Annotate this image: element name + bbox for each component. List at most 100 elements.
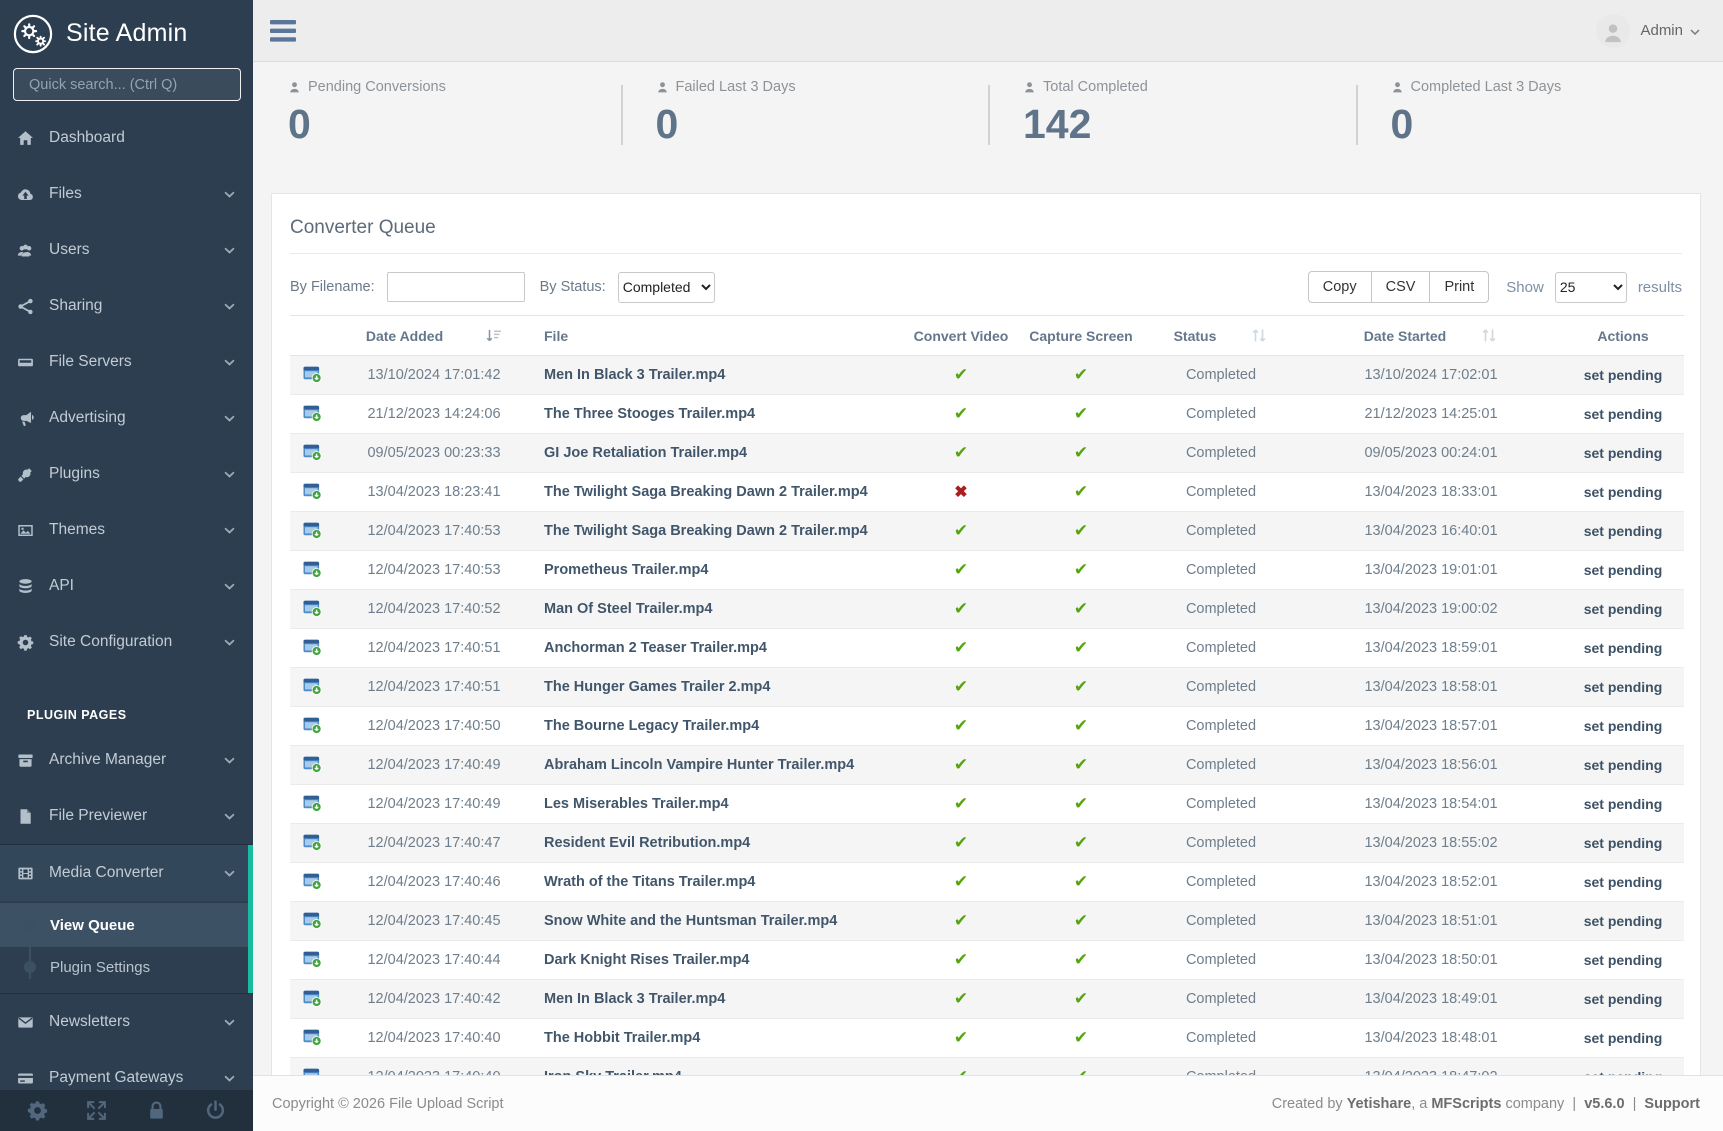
status-filter-select[interactable]: Completed (617, 271, 715, 303)
filename-filter-input[interactable] (386, 272, 525, 302)
file-name-cell: The Bourne Legacy Trailer.mp4 (544, 718, 760, 734)
check-icon: ✔ (953, 950, 969, 969)
mfscripts-link[interactable]: MFScripts (1431, 1096, 1501, 1112)
date-added-cell: 13/04/2023 18:23:41 (367, 484, 501, 500)
status-cell: Completed (1185, 757, 1257, 773)
set-pending-link[interactable]: set pending (1562, 1019, 1684, 1058)
set-pending-link[interactable]: set pending (1562, 980, 1684, 1019)
power-icon[interactable] (205, 1100, 226, 1121)
date-added-cell: 12/04/2023 17:40:40 (367, 1030, 501, 1046)
set-pending-link[interactable]: set pending (1562, 941, 1684, 980)
table-row: 12/04/2023 17:40:51 The Hunger Games Trai… (290, 667, 1684, 707)
stat-completed-last-3-days: Completed Last 3 Days 0 (1355, 62, 1723, 193)
sidebar-item-file-servers[interactable]: File Servers (0, 334, 253, 390)
column-header-status[interactable]: Status (1142, 315, 1300, 356)
sidebar-item-site-configuration[interactable]: Site Configuration (0, 614, 253, 670)
set-pending-link[interactable]: set pending (1562, 746, 1684, 785)
fullscreen-icon[interactable] (86, 1100, 107, 1121)
queue-table: Date Added File Convert Video Capture Scree… (290, 315, 1684, 1097)
search-input[interactable] (13, 68, 241, 101)
file-name-cell: Prometheus Trailer.mp4 (544, 562, 709, 578)
results-label: results (1637, 278, 1682, 296)
file-name-cell: Men In Black 3 Trailer.mp4 (544, 991, 726, 1007)
support-link[interactable]: Support (1644, 1096, 1700, 1112)
chevron-down-icon (223, 754, 236, 767)
capture-screen-cell: ✔ (1020, 395, 1142, 434)
set-pending-link[interactable]: set pending (1562, 824, 1684, 863)
sidebar-item-newsletters[interactable]: Newsletters (0, 994, 253, 1050)
chevron-down-icon (223, 188, 236, 201)
chevron-down-icon (223, 300, 236, 313)
sidebar-item-sharing[interactable]: Sharing (0, 278, 253, 334)
chevron-down-icon (223, 1016, 236, 1029)
status-cell: Completed (1185, 1030, 1257, 1046)
page-size-select[interactable]: 25 (1554, 271, 1627, 303)
check-icon: ✔ (953, 521, 969, 540)
file-name-cell: Wrath of the Titans Trailer.mp4 (544, 874, 756, 890)
set-pending-link[interactable]: set pending (1562, 863, 1684, 902)
set-pending-link[interactable]: set pending (1562, 902, 1684, 941)
lock-icon[interactable] (146, 1100, 167, 1121)
sidebar-item-plugins[interactable]: Plugins (0, 446, 253, 502)
set-pending-link[interactable]: set pending (1562, 785, 1684, 824)
user-menu[interactable]: Admin (1596, 13, 1700, 48)
settings-icon[interactable] (27, 1100, 48, 1121)
file-type-cell (290, 590, 334, 629)
copy-button[interactable]: Copy (1307, 271, 1372, 303)
plugin-pages-heading: PLUGIN PAGES (27, 708, 127, 722)
menu-toggle-icon[interactable] (270, 19, 296, 42)
set-pending-link[interactable]: set pending (1562, 668, 1684, 707)
topbar: Admin (253, 0, 1723, 62)
table-row: 12/04/2023 17:40:50 The Bourne Legacy Tra… (290, 706, 1684, 746)
file-name-cell: Men In Black 3 Trailer.mp4 (544, 367, 726, 383)
sidebar-item-themes[interactable]: Themes (0, 502, 253, 558)
sidebar-subitem-view-queue[interactable]: View Queue (0, 903, 253, 947)
set-pending-link[interactable]: set pending (1562, 512, 1684, 551)
set-pending-link[interactable]: set pending (1562, 629, 1684, 668)
media-file-icon (303, 405, 322, 422)
check-icon: ✔ (953, 1028, 969, 1047)
print-button[interactable]: Print (1429, 271, 1490, 303)
sidebar-item-files[interactable]: Files (0, 166, 253, 222)
file-name-cell: Abraham Lincoln Vampire Hunter Trailer.m… (544, 757, 855, 773)
yetishare-link[interactable]: Yetishare (1347, 1096, 1412, 1112)
sidebar-item-label: Themes (49, 521, 105, 538)
column-header-date-started[interactable]: Date Started (1300, 315, 1562, 356)
media-file-icon (303, 873, 322, 890)
date-added-cell: 12/04/2023 17:40:47 (367, 835, 501, 851)
sidebar-item-label: File Servers (49, 353, 132, 370)
set-pending-link[interactable]: set pending (1562, 434, 1684, 473)
converter-queue-card: Converter Queue By Filename: By Status: … (271, 193, 1701, 1098)
csv-button[interactable]: CSV (1370, 271, 1431, 303)
sidebar-item-users[interactable]: Users (0, 222, 253, 278)
set-pending-link[interactable]: set pending (1562, 590, 1684, 629)
check-icon: ✔ (1073, 989, 1089, 1008)
chevron-down-icon (223, 524, 236, 537)
set-pending-link[interactable]: set pending (1562, 551, 1684, 590)
footer-text: | (1624, 1095, 1645, 1112)
media-file-icon (303, 483, 322, 500)
date-added-cell: 21/12/2023 14:24:06 (367, 406, 501, 422)
set-pending-link[interactable]: set pending (1562, 356, 1684, 395)
set-pending-link[interactable]: set pending (1562, 395, 1684, 434)
date-started-cell: 21/12/2023 14:25:01 (1364, 406, 1498, 422)
sidebar-item-archive-manager[interactable]: Archive Manager (0, 732, 253, 788)
set-pending-link[interactable]: set pending (1562, 473, 1684, 512)
sidebar-item-api[interactable]: API (0, 558, 253, 614)
user-icon (1023, 81, 1036, 94)
status-cell: Completed (1185, 991, 1257, 1007)
date-started-cell: 13/04/2023 18:33:01 (1364, 484, 1498, 500)
sidebar-item-media-converter[interactable]: Media Converter (0, 845, 253, 901)
sidebar-item-dashboard[interactable]: Dashboard (0, 110, 253, 166)
copyright-text: Copyright © 2026 File Upload Script (272, 1095, 504, 1112)
sidebar-item-file-previewer[interactable]: File Previewer (0, 788, 253, 844)
set-pending-link[interactable]: set pending (1562, 707, 1684, 746)
sidebar-subitem-plugin-settings[interactable]: Plugin Settings (0, 947, 253, 987)
check-icon: ✔ (953, 560, 969, 579)
column-header-date-added[interactable]: Date Added (334, 315, 534, 356)
column-header-actions: Actions (1562, 315, 1684, 356)
cog-icon (17, 634, 34, 651)
site-admin-logo-icon (13, 14, 53, 54)
status-cell: Completed (1185, 601, 1257, 617)
sidebar-item-advertising[interactable]: Advertising (0, 390, 253, 446)
